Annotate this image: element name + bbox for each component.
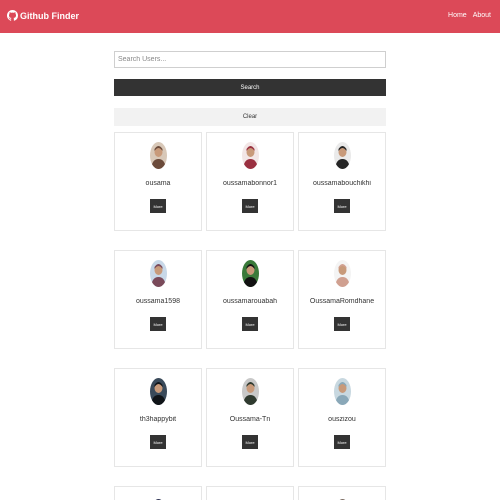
search-input[interactable]: [114, 51, 386, 68]
avatar: [150, 260, 167, 287]
clear-button[interactable]: Clear: [114, 108, 386, 126]
user-login: Oussama-Tn: [229, 416, 271, 423]
more-button[interactable]: More: [242, 435, 258, 449]
user-login: OussamaRomdhane: [309, 298, 375, 305]
more-button[interactable]: More: [150, 199, 166, 213]
nav-links: Home About: [448, 12, 491, 19]
user-login: oussamabouchikhi: [313, 180, 371, 187]
user-login: th3happybit: [139, 416, 177, 423]
avatar: [242, 260, 259, 287]
user-card: oussamarouabah More: [206, 250, 294, 349]
navbar: Github Finder Home About: [0, 0, 500, 33]
user-card: Oussama-Tn More: [206, 368, 294, 467]
more-button[interactable]: More: [242, 199, 258, 213]
avatar: [334, 378, 351, 405]
brand[interactable]: Github Finder: [7, 10, 79, 21]
user-grid: ousama More oussamabonnor1 More oussamabouch…: [114, 132, 386, 467]
user-login: oussamarouabah: [222, 298, 278, 305]
user-card: ousama More: [114, 132, 202, 231]
user-login: oussama1598: [136, 298, 180, 305]
more-button[interactable]: More: [150, 435, 166, 449]
avatar: [150, 378, 167, 405]
user-grid-partial-row: [114, 486, 386, 500]
avatar: [242, 378, 259, 405]
user-card: [298, 486, 386, 500]
user-card: th3happybit More: [114, 368, 202, 467]
user-card: oussamabonnor1 More: [206, 132, 294, 231]
user-card: oussama1598 More: [114, 250, 202, 349]
nav-link-home[interactable]: Home: [448, 12, 467, 19]
brand-title: Github Finder: [20, 10, 79, 21]
more-button[interactable]: More: [334, 435, 350, 449]
github-icon: [7, 10, 18, 21]
more-button[interactable]: More: [242, 317, 258, 331]
user-login: ouszizou: [328, 416, 356, 423]
user-card: ouszizou More: [298, 368, 386, 467]
avatar: [242, 496, 259, 500]
more-button[interactable]: More: [334, 317, 350, 331]
avatar: [334, 260, 351, 287]
user-card: [114, 486, 202, 500]
avatar: [242, 142, 259, 169]
search-button[interactable]: Search: [114, 79, 386, 96]
user-login: ousama: [145, 180, 171, 187]
nav-link-about[interactable]: About: [473, 12, 491, 19]
user-card: [206, 486, 294, 500]
avatar: [334, 496, 351, 500]
more-button[interactable]: More: [150, 317, 166, 331]
avatar: [334, 142, 351, 169]
user-card: OussamaRomdhane More: [298, 250, 386, 349]
avatar: [150, 142, 167, 169]
more-button[interactable]: More: [334, 199, 350, 213]
user-card: oussamabouchikhi More: [298, 132, 386, 231]
avatar: [150, 496, 167, 500]
user-login: oussamabonnor1: [222, 180, 278, 187]
